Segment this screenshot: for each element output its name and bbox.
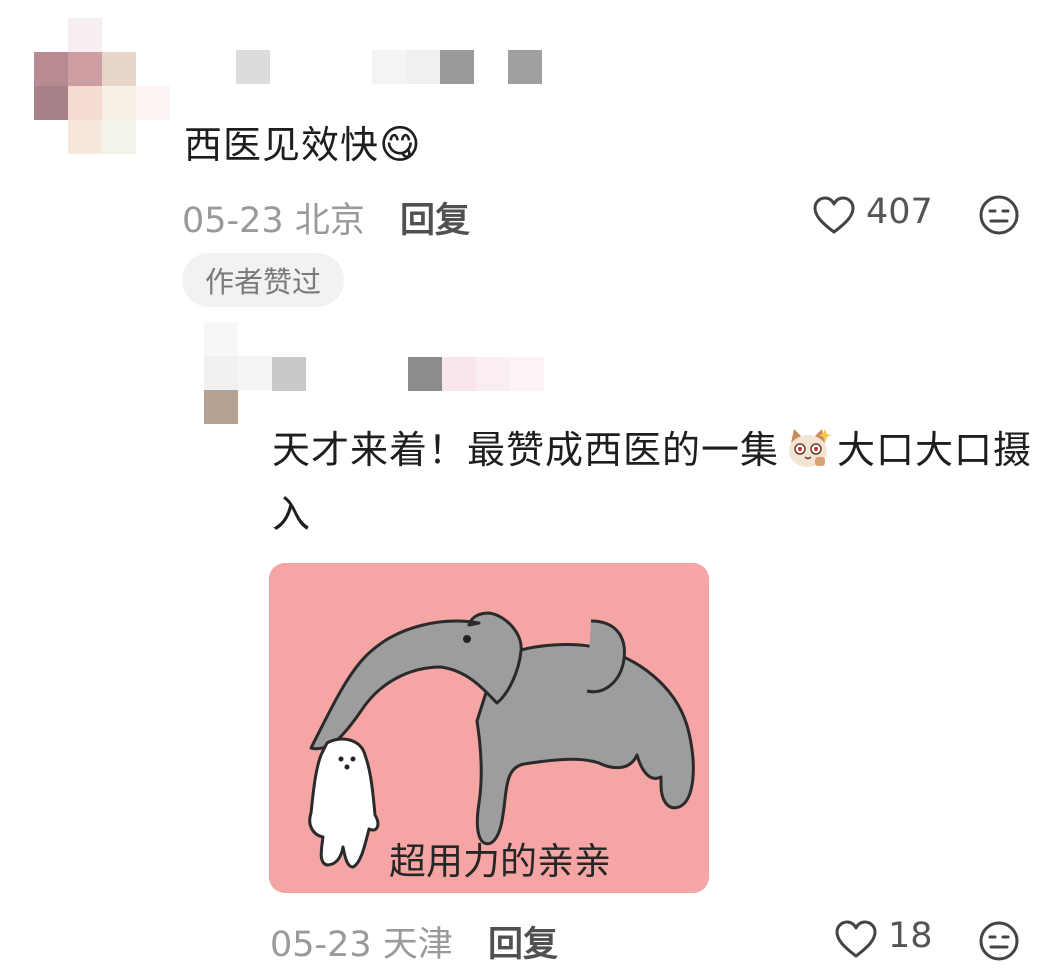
dislike-button[interactable] xyxy=(978,194,1020,240)
neutral-face-icon xyxy=(979,921,1019,961)
like-count: 18 xyxy=(888,916,933,956)
comment-location: 北京 xyxy=(294,201,365,241)
cat-face-sticker-icon xyxy=(785,425,832,471)
avatar[interactable] xyxy=(34,18,174,158)
meme-caption: 超用力的亲亲 xyxy=(389,840,611,883)
emoji-yum: 😋 xyxy=(379,122,422,168)
comment-date: 05-23 xyxy=(182,201,284,241)
author-liked-badge: 作者赞过 xyxy=(182,253,344,307)
heart-outline-icon xyxy=(835,920,877,958)
comment-text-content: 天才来着！最赞成西医的一集 xyxy=(272,428,780,472)
username[interactable] xyxy=(236,50,556,86)
heart-outline-icon xyxy=(813,196,855,234)
comment-text: 天才来着！最赞成西医的一集 大口大口摄入 xyxy=(272,418,1042,546)
avatar[interactable] xyxy=(204,322,274,426)
comment-text-content: 西医见效快 xyxy=(184,123,380,167)
like-button[interactable]: 18 xyxy=(834,916,944,962)
like-count: 407 xyxy=(866,192,933,232)
comment-location: 天津 xyxy=(382,925,453,965)
comment-meta: 05-23 北京 xyxy=(182,192,365,243)
reply-button[interactable]: 回复 xyxy=(400,192,470,243)
meme-image[interactable]: 超用力的亲亲 xyxy=(269,563,709,893)
username[interactable] xyxy=(272,357,547,393)
dislike-button[interactable] xyxy=(978,920,1020,966)
comment-meta: 05-23 天津 xyxy=(270,916,453,967)
like-button[interactable]: 407 xyxy=(812,192,942,238)
comment-text: 西医见效快😋 xyxy=(184,114,422,169)
reply-button[interactable]: 回复 xyxy=(488,916,558,967)
neutral-face-icon xyxy=(979,195,1019,235)
comment-date: 05-23 xyxy=(270,925,372,965)
